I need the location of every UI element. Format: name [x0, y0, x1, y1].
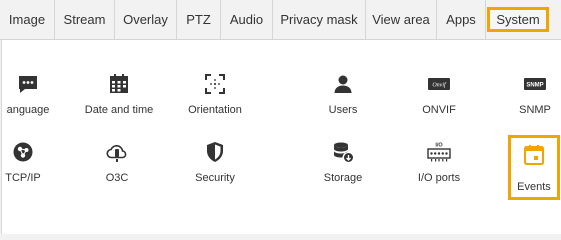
tab-view-area[interactable]: View area [366, 0, 437, 39]
tile-label: ONVIF [422, 104, 456, 116]
tab-label: View area [372, 12, 430, 27]
tile-events[interactable]: Events [508, 135, 560, 200]
tile-label: Users [328, 104, 358, 116]
tab-overlay[interactable]: Overlay [115, 0, 177, 39]
shield-icon [207, 142, 223, 162]
cloud-icon [106, 145, 127, 162]
tab-system[interactable]: System [486, 0, 550, 39]
tile-tcp-ip[interactable]: TCP/IP [0, 140, 71, 196]
tile-label: Storage [323, 172, 363, 184]
tile-storage[interactable]: Storage [295, 140, 391, 196]
tile-label: Security [195, 172, 235, 184]
tile-label: TCP/IP [5, 172, 41, 184]
tile-language[interactable]: anguage [0, 72, 76, 128]
tab-label: Image [8, 12, 46, 27]
tab-label: System [487, 7, 549, 32]
tile-users[interactable]: Users [295, 72, 391, 128]
tab-label: PTZ [186, 12, 211, 27]
snmp-icon: SNMP [524, 78, 546, 90]
tab-audio[interactable]: Audio [221, 0, 273, 39]
tile-onvif[interactable]: Onvif ONVIF [391, 72, 487, 128]
tile-label: Events [517, 181, 551, 193]
tile-io-ports[interactable]: I/O I/O ports [391, 140, 487, 196]
tab-ptz[interactable]: PTZ [177, 0, 221, 39]
tile-label: Date and time [84, 104, 154, 116]
onvif-badge-text: Onvif [432, 82, 447, 89]
tab-image[interactable]: Image [0, 0, 55, 39]
language-icon [19, 76, 37, 93]
tile-label: anguage [6, 104, 50, 116]
tile-orientation[interactable]: Orientation [167, 72, 263, 128]
storage-icon [334, 142, 353, 162]
onvif-icon: Onvif [428, 78, 450, 90]
tile-o3c[interactable]: O3C [69, 140, 165, 196]
tab-label: Audio [229, 12, 264, 27]
network-icon [13, 142, 33, 162]
system-settings-panel: anguage Date and time Orientation Users … [1, 40, 561, 234]
tile-label: O3C [105, 172, 129, 184]
tab-label: Privacy mask [280, 12, 358, 27]
io-ports-icon: I/O [427, 143, 451, 162]
orientation-icon [205, 74, 225, 94]
tile-label: SNMP [519, 104, 551, 116]
calendar-icon [110, 74, 128, 93]
tab-label: Overlay [123, 12, 168, 27]
tab-label: Stream [63, 12, 106, 27]
tile-date-and-time[interactable]: Date and time [71, 72, 167, 128]
tile-security[interactable]: Security [167, 140, 263, 196]
events-icon [524, 145, 544, 165]
snmp-badge-text: SNMP [526, 83, 543, 89]
tab-label: Apps [446, 12, 476, 27]
tile-label: I/O ports [417, 172, 461, 184]
io-badge-text: I/O [435, 143, 443, 149]
tab-privacy-mask[interactable]: Privacy mask [273, 0, 366, 39]
user-icon [334, 75, 352, 93]
tab-bar: Image Stream Overlay PTZ Audio Privacy m… [0, 0, 561, 40]
tile-snmp[interactable]: SNMP SNMP [487, 72, 561, 128]
tile-label: Orientation [188, 104, 242, 116]
tab-stream[interactable]: Stream [55, 0, 115, 39]
tab-apps[interactable]: Apps [437, 0, 486, 39]
